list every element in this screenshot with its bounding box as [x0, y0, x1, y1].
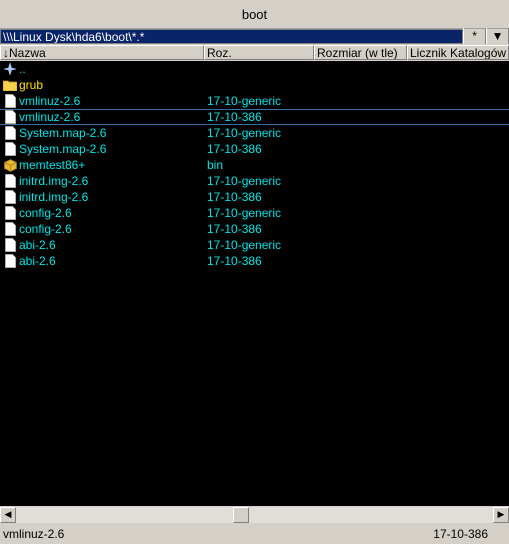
file-name: abi-2.6	[19, 254, 56, 268]
file-row[interactable]: memtest86+ bin	[0, 157, 509, 173]
file-row[interactable]: initrd.img-2.6 17-10-386	[0, 189, 509, 205]
file-icon	[3, 190, 17, 204]
file-list[interactable]: .. grub vmlinuz-2.6 17-10-generic vmlinuz-2.…	[0, 61, 509, 506]
window-title: boot	[241, 6, 268, 22]
file-row[interactable]: System.map-2.6 17-10-386	[0, 141, 509, 157]
title-bar: boot	[0, 0, 509, 29]
column-dir-count[interactable]: Licznik Katalogów	[407, 45, 509, 60]
file-name: vmlinuz-2.6	[19, 94, 81, 108]
file-name: config-2.6	[19, 206, 72, 220]
file-row[interactable]: abi-2.6 17-10-generic	[0, 237, 509, 253]
parent-dir-icon	[3, 62, 17, 76]
file-ext: 17-10-386	[207, 110, 262, 124]
file-row[interactable]: initrd.img-2.6 17-10-generic	[0, 173, 509, 189]
file-name: grub	[19, 78, 44, 92]
file-ext: 17-10-generic	[207, 94, 282, 108]
dropdown-arrow-icon: ▼	[491, 29, 504, 43]
file-ext: 17-10-generic	[207, 174, 282, 188]
history-dropdown-button[interactable]: ▼	[486, 28, 509, 44]
file-row[interactable]: vmlinuz-2.6 17-10-generic	[0, 93, 509, 109]
file-icon	[3, 94, 17, 108]
column-ext[interactable]: Roz.	[204, 45, 314, 60]
arrow-right-icon: ▶	[497, 509, 505, 519]
file-ext: 17-10-generic	[207, 126, 282, 140]
file-name: System.map-2.6	[19, 126, 107, 140]
horizontal-scrollbar[interactable]: ◀ ▶	[0, 506, 509, 523]
filter-star-button[interactable]: *	[463, 28, 487, 44]
folder-icon	[3, 78, 17, 92]
path-bar: \\\Linux Dysk\hda6\boot\*.* * ▼	[0, 28, 509, 45]
file-ext: 17-10-generic	[207, 206, 282, 220]
file-icon	[3, 238, 17, 252]
file-name: initrd.img-2.6	[19, 174, 89, 188]
scroll-track[interactable]	[16, 506, 493, 523]
package-icon	[3, 158, 17, 172]
file-row[interactable]: System.map-2.6 17-10-generic	[0, 125, 509, 141]
file-ext: 17-10-386	[207, 190, 262, 204]
file-row[interactable]: config-2.6 17-10-generic	[0, 205, 509, 221]
file-icon	[3, 254, 17, 268]
status-ext: 17-10-386	[433, 526, 488, 541]
status-bar: vmlinuz-2.6 17-10-386	[0, 523, 509, 544]
file-row[interactable]: vmlinuz-2.6 17-10-386	[0, 109, 509, 125]
file-icon	[3, 110, 17, 124]
file-ext: 17-10-generic	[207, 238, 282, 252]
column-size[interactable]: Rozmiar (w tle)	[314, 45, 407, 60]
column-name[interactable]: ↓Nazwa	[0, 45, 204, 60]
path-field[interactable]: \\\Linux Dysk\hda6\boot\*.*	[0, 29, 464, 44]
file-ext: 17-10-386	[207, 142, 262, 156]
file-icon	[3, 206, 17, 220]
file-icon	[3, 142, 17, 156]
column-header: ↓Nazwa Roz. Rozmiar (w tle) Licznik Kata…	[0, 45, 509, 61]
file-icon	[3, 222, 17, 236]
status-name: vmlinuz-2.6	[3, 526, 65, 541]
file-name: memtest86+	[19, 158, 86, 172]
file-row[interactable]: config-2.6 17-10-386	[0, 221, 509, 237]
file-name: initrd.img-2.6	[19, 190, 89, 204]
arrow-left-icon: ◀	[4, 509, 12, 519]
file-name: ..	[19, 62, 26, 76]
file-icon	[3, 126, 17, 140]
file-name: abi-2.6	[19, 238, 56, 252]
file-icon	[3, 174, 17, 188]
file-row[interactable]: abi-2.6 17-10-386	[0, 253, 509, 269]
file-ext: bin	[207, 158, 224, 172]
scroll-thumb[interactable]	[233, 506, 249, 523]
file-row[interactable]: grub	[0, 77, 509, 93]
scroll-right-button[interactable]: ▶	[493, 506, 509, 523]
file-name: System.map-2.6	[19, 142, 107, 156]
file-name: config-2.6	[19, 222, 72, 236]
file-ext: 17-10-386	[207, 254, 262, 268]
scroll-left-button[interactable]: ◀	[0, 506, 16, 523]
file-row[interactable]: ..	[0, 61, 509, 77]
file-ext: 17-10-386	[207, 222, 262, 236]
file-name: vmlinuz-2.6	[19, 110, 81, 124]
